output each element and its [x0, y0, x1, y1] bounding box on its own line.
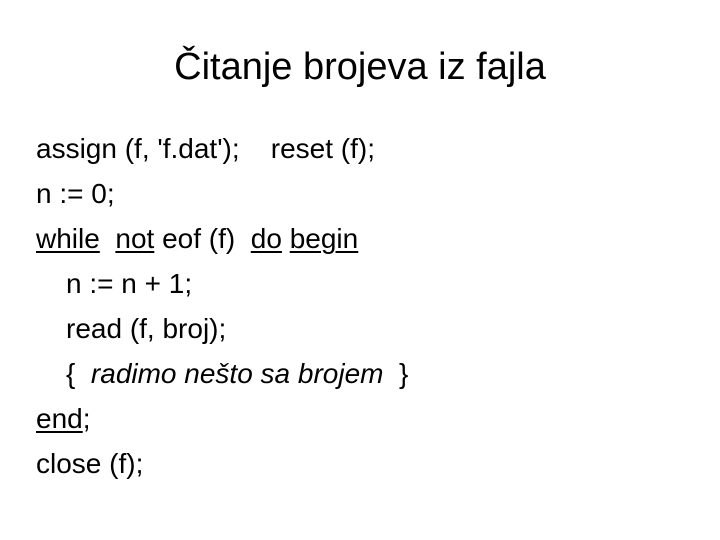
code-line-4-text: n := n + 1; [66, 268, 193, 299]
comment-open-brace: { [66, 358, 84, 389]
keyword-while: while [36, 223, 100, 254]
keyword-begin: begin [289, 223, 359, 254]
code-line-1-gap [240, 133, 271, 164]
keyword-end: end [36, 403, 83, 434]
slide-canvas: Čitanje brojeva iz fajla assign (f, 'f.d… [0, 0, 720, 540]
code-line-5-text: read (f, broj); [66, 313, 227, 344]
code-line-3-eof: eof (f) [154, 223, 251, 254]
title-block: Čitanje brojeva iz fajla [36, 46, 684, 90]
keyword-not: not [115, 223, 155, 254]
code-line-5: read (f, broj); [36, 306, 684, 351]
code-line-1-assign: assign (f, 'f.dat'); [36, 133, 240, 164]
code-line-7-semicolon: ; [82, 403, 91, 434]
code-line-2-text: n := 0; [36, 178, 115, 209]
code-line-1-reset: reset (f); [270, 133, 376, 164]
code-line-3-space1 [100, 223, 116, 254]
code-line-8: close (f); [36, 441, 684, 486]
code-line-7: end; [36, 396, 684, 441]
comment-close-brace: } [391, 358, 409, 389]
code-line-6: { radimo nešto sa brojem } [36, 351, 684, 396]
code-line-3: while not eof (f) do begin [36, 216, 684, 261]
code-line-8-text: close (f); [36, 448, 144, 479]
code-listing: assign (f, 'f.dat'); reset (f); n := 0; … [36, 126, 684, 486]
comment-body: radimo nešto sa brojem [83, 358, 392, 389]
page-title: Čitanje brojeva iz fajla [174, 46, 546, 88]
code-line-2: n := 0; [36, 171, 684, 216]
keyword-do: do [250, 223, 282, 254]
code-line-1: assign (f, 'f.dat'); reset (f); [36, 126, 684, 171]
code-line-4: n := n + 1; [36, 261, 684, 306]
code-line-3-space2 [282, 223, 290, 254]
